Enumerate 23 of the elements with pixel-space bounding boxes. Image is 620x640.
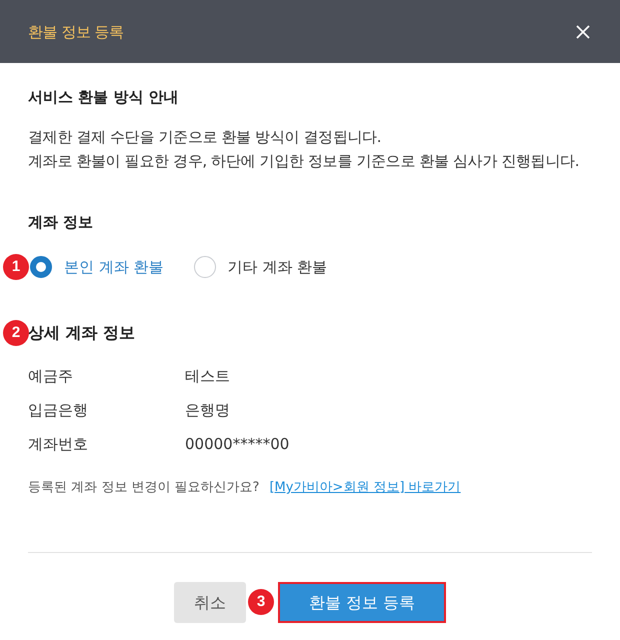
field-value: 00000*****00 xyxy=(185,434,290,455)
section-title: 상세 계좌 정보 xyxy=(28,323,136,342)
radio-option[interactable]: 기타 계좌 환불 xyxy=(194,255,328,279)
radio-icon[interactable] xyxy=(194,256,216,278)
cancel-button[interactable]: 취소 xyxy=(174,582,246,623)
member-info-link[interactable]: [My가비아>회원 정보] 바로가기 xyxy=(269,480,461,495)
field-label: 계좌번호 xyxy=(28,434,89,455)
submit-button[interactable]: 환불 정보 등록 xyxy=(278,582,446,623)
dialog-title: 환불 정보 등록 xyxy=(28,22,124,42)
step-badge: 1 xyxy=(3,254,29,280)
info-text: 계좌로 환불이 필요한 경우, 하단에 기입한 정보를 기준으로 환불 심사가 진행됩니다. xyxy=(28,151,580,172)
field-value: 은행명 xyxy=(185,400,230,421)
field-label: 입금은행 xyxy=(28,400,89,421)
section-title: 서비스 환불 방식 안내 xyxy=(28,87,180,108)
field-label: 예금주 xyxy=(28,366,74,387)
field-value: 테스트 xyxy=(185,366,230,387)
section-title: 계좌 정보 xyxy=(28,212,94,233)
info-text: 결제한 결제 수단을 기준으로 환불 방식이 결정됩니다. xyxy=(28,127,382,148)
radio-icon[interactable] xyxy=(30,256,52,278)
close-icon[interactable] xyxy=(576,24,590,38)
help-text: 등록된 계좌 정보 변경이 필요하신가요? xyxy=(28,480,260,495)
step-badge: 2 xyxy=(3,320,29,346)
step-badge: 3 xyxy=(248,589,274,615)
